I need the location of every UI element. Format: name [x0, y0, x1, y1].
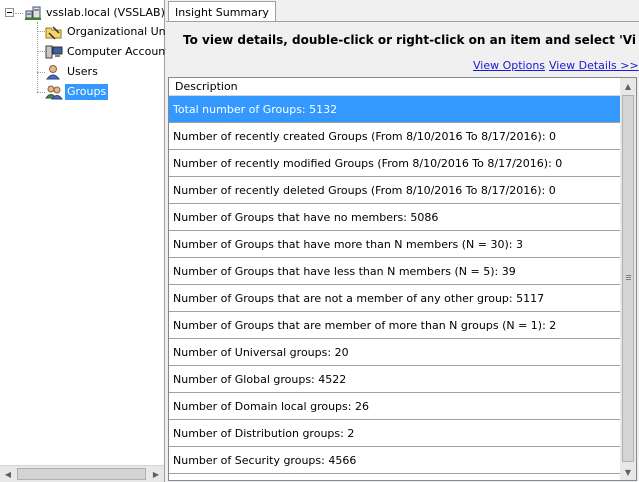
- ou-folder-icon: [45, 26, 62, 40]
- list-row[interactable]: Number of Distribution groups: 2: [169, 420, 621, 447]
- tree-item-label: Groups: [65, 84, 109, 100]
- tree-item-organizational-units[interactable]: Organizational Units: [45, 23, 181, 41]
- insight-summary-panel: To view details, double-click or right-c…: [166, 21, 639, 482]
- tree-connector-line: [37, 51, 45, 52]
- list-row[interactable]: Total number of Groups: 5132: [169, 96, 621, 123]
- scrollbar-thumb[interactable]: [622, 95, 634, 462]
- tree-item-label: Computer Accounts: [67, 45, 176, 58]
- list-row[interactable]: Number of Groups that have less than N m…: [169, 258, 621, 285]
- scroll-down-arrow-icon[interactable]: ▼: [620, 464, 636, 480]
- list-row[interactable]: Number of recently modified Groups (From…: [169, 150, 621, 177]
- tree-connector-line: [37, 22, 38, 92]
- list-row[interactable]: Number of recently created Groups (From …: [169, 123, 621, 150]
- list-row[interactable]: Number of Global groups: 4522: [169, 366, 621, 393]
- list-row[interactable]: Number of Universal groups: 20: [169, 339, 621, 366]
- list-row[interactable]: Number of Security groups: 4566: [169, 447, 621, 474]
- tree-item-groups[interactable]: Groups: [45, 83, 109, 101]
- view-details-link[interactable]: View Details >>: [549, 59, 639, 72]
- list-row[interactable]: Number of Groups that have no members: 5…: [169, 204, 621, 231]
- scrollbar-thumb[interactable]: [17, 468, 146, 480]
- list-vertical-scrollbar[interactable]: ▲ ▼: [620, 78, 636, 480]
- tree-item-users[interactable]: Users: [45, 63, 100, 81]
- tree-root-label: vsslab.local (VSSLAB): [46, 6, 165, 19]
- details-pane: Insight Summary To view details, double-…: [166, 0, 639, 482]
- navigation-tree[interactable]: vsslab.local (VSSLAB) Organizational Uni…: [0, 0, 179, 482]
- summary-list[interactable]: Description Total number of Groups: 5132…: [168, 77, 637, 481]
- summary-rows: Total number of Groups: 5132 Number of re…: [169, 96, 621, 474]
- user-icon: [45, 65, 61, 80]
- tree-connector-line: [37, 31, 45, 32]
- tab-insight-summary[interactable]: Insight Summary: [168, 1, 276, 22]
- list-row[interactable]: Number of Groups that are not a member o…: [169, 285, 621, 312]
- scroll-left-arrow-icon[interactable]: ◀: [0, 466, 16, 482]
- list-row[interactable]: Number of Groups that have more than N m…: [169, 231, 621, 258]
- tree-item-label: Users: [67, 65, 98, 78]
- scrollbar-grip: [626, 277, 631, 278]
- tree-connector-line: [37, 92, 45, 93]
- domain-icon: [25, 6, 41, 20]
- scrollbar-grip: [626, 275, 631, 276]
- tree-connector-line: [15, 13, 23, 14]
- list-row[interactable]: Number of recently deleted Groups (From …: [169, 177, 621, 204]
- tree-connector-line: [37, 72, 45, 73]
- group-icon: [45, 85, 63, 100]
- list-row[interactable]: Number of Groups that are member of more…: [169, 312, 621, 339]
- collapse-toggle[interactable]: [5, 8, 14, 17]
- scroll-up-arrow-icon[interactable]: ▲: [620, 78, 636, 94]
- tree-item-label: Organizational Units: [67, 25, 179, 38]
- scroll-right-arrow-icon[interactable]: ▶: [148, 466, 164, 482]
- view-options-link[interactable]: View Options: [473, 59, 545, 72]
- list-row[interactable]: Number of Domain local groups: 26: [169, 393, 621, 420]
- instruction-text: To view details, double-click or right-c…: [183, 33, 635, 47]
- tree-item-computer-accounts[interactable]: Computer Accounts: [45, 43, 177, 61]
- computer-icon: [45, 45, 63, 59]
- tree-root-domain[interactable]: vsslab.local (VSSLAB): [24, 4, 167, 22]
- column-header-description[interactable]: Description: [169, 78, 621, 96]
- scrollbar-grip: [626, 279, 631, 280]
- tree-horizontal-scrollbar[interactable]: ◀ ▶: [0, 465, 164, 482]
